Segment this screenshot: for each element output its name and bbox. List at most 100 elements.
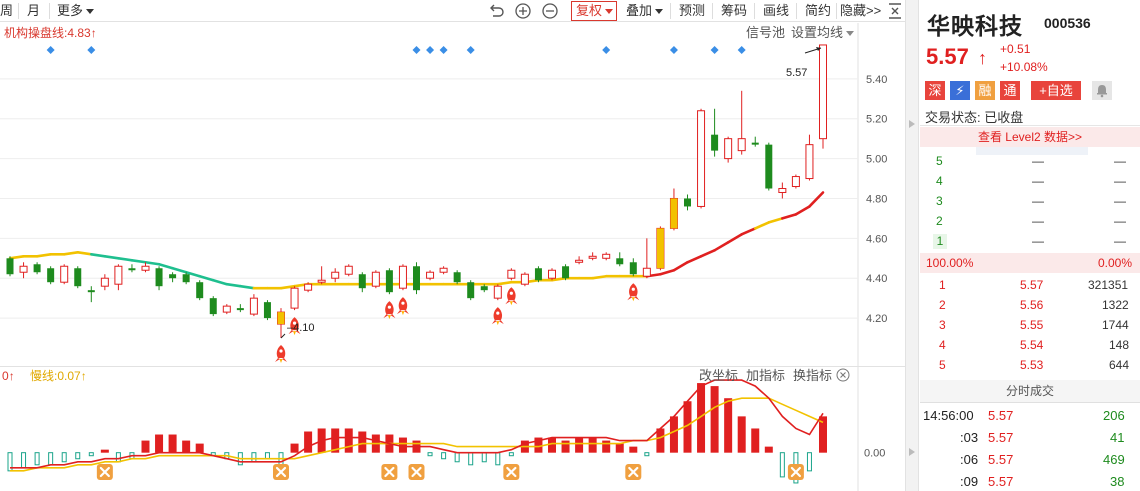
- ask-row: 3 — —: [920, 191, 1140, 211]
- bid-level: 1: [939, 278, 946, 292]
- candle-body: [196, 282, 204, 299]
- candle-body: [575, 259, 584, 263]
- candle-body: [724, 138, 733, 160]
- signal-diamond-icon[interactable]: [710, 46, 719, 54]
- expand-arrow-icon[interactable]: [909, 120, 915, 128]
- y-tick-label: 4.80: [866, 193, 887, 205]
- change-axis-button[interactable]: 改坐标: [699, 368, 738, 384]
- ask-price: —: [1032, 234, 1044, 248]
- candle-body: [290, 287, 299, 309]
- rocket-icon[interactable]: [491, 307, 504, 326]
- overlay-label: 叠加: [626, 3, 653, 18]
- rocket-flame: [401, 311, 405, 316]
- institution-line-segment: [144, 260, 161, 266]
- bid-price: 5.57: [1020, 278, 1044, 292]
- draw-line-button[interactable]: 画线: [763, 0, 789, 22]
- candle: [33, 262, 41, 275]
- signal-diamond-icon[interactable]: [46, 46, 55, 54]
- bid-level: 3: [939, 318, 946, 332]
- period-week-tab[interactable]: 周: [0, 0, 13, 22]
- candle: [507, 268, 516, 281]
- add-indicator-button[interactable]: 加指标: [746, 368, 785, 384]
- add-watchlist-button[interactable]: +自选: [1031, 81, 1081, 100]
- tick-price: 5.57: [988, 452, 1014, 467]
- macd-bar: [304, 431, 313, 453]
- macd-bar: [398, 437, 407, 453]
- simple-mode-button[interactable]: 简约: [805, 0, 831, 22]
- expand-arrow-icon[interactable]: [909, 448, 915, 456]
- margin-badge[interactable]: 融: [975, 81, 995, 100]
- zoom-in-icon[interactable]: [514, 2, 532, 20]
- y-tick-label: 5.40: [866, 74, 887, 86]
- macd-bar: [764, 446, 773, 453]
- collapse-panel-icon[interactable]: [886, 2, 904, 20]
- institution-line-segment: [672, 260, 689, 272]
- set-ma-button[interactable]: 设置均线: [791, 25, 855, 41]
- connect-badge[interactable]: 通: [1000, 81, 1020, 100]
- overlay-dropdown[interactable]: 叠加: [626, 0, 664, 22]
- macd-bar: [168, 434, 177, 453]
- signal-diamond-icon[interactable]: [466, 46, 475, 54]
- chevron-down-icon: [655, 9, 664, 15]
- macd-bar: [481, 452, 487, 463]
- period-month-tab[interactable]: 月: [27, 0, 40, 22]
- y-tick-label: 4.60: [866, 233, 887, 245]
- signal-diamond-icon[interactable]: [602, 46, 611, 54]
- signal-pool-button[interactable]: 信号池: [746, 25, 785, 41]
- signal-diamond-icon[interactable]: [669, 46, 678, 54]
- candle: [616, 252, 624, 267]
- ask-volume: —: [1114, 214, 1126, 228]
- institution-line-segment: [239, 284, 256, 290]
- candlestick-chart[interactable]: 5.40 5.20 5.00 4.80 4.60 4.40 4.20: [0, 23, 905, 366]
- institution-line-segment: [90, 252, 107, 258]
- macd-chart[interactable]: 0.00: [0, 366, 905, 491]
- signal-diamond-icon[interactable]: [87, 46, 96, 54]
- candle: [805, 134, 814, 181]
- candle: [209, 296, 217, 317]
- more-periods-dropdown[interactable]: 更多: [57, 0, 95, 22]
- rocket-icon[interactable]: [505, 287, 518, 306]
- x-signal-icon[interactable]: [408, 464, 425, 480]
- flash-badge-icon[interactable]: ⚡: [950, 81, 970, 100]
- signal-diamond-icon[interactable]: [439, 46, 448, 54]
- x-signal-icon[interactable]: [96, 464, 113, 480]
- candle-body: [778, 188, 787, 193]
- toolbar-divider: [670, 3, 671, 19]
- panel-divider[interactable]: [905, 0, 919, 491]
- candle-body: [426, 271, 435, 279]
- macd-bar: [669, 416, 678, 453]
- rocket-icon[interactable]: [383, 301, 396, 320]
- fuquan-dropdown[interactable]: 复权: [571, 1, 617, 21]
- x-signal-icon[interactable]: [381, 464, 398, 480]
- close-icon[interactable]: [836, 368, 850, 382]
- signal-diamond-icon[interactable]: [412, 46, 421, 54]
- ask-volume: —: [1114, 154, 1126, 168]
- shenzhen-badge[interactable]: 深: [925, 81, 945, 100]
- rocket-icon[interactable]: [275, 345, 287, 364]
- x-signal-icon[interactable]: [787, 464, 804, 480]
- x-signal-icon[interactable]: [625, 464, 642, 480]
- signal-diamond-icon[interactable]: [426, 46, 435, 54]
- bell-icon: [1097, 85, 1107, 98]
- alarm-button[interactable]: [1092, 81, 1112, 100]
- rocket-icon[interactable]: [396, 297, 409, 316]
- rocket-markers: [275, 283, 640, 364]
- slow-line-label: 慢线:0.07↑: [30, 369, 87, 383]
- candle: [439, 266, 448, 275]
- x-signal-icon[interactable]: [273, 464, 289, 480]
- ask-level: 5: [936, 154, 943, 168]
- hide-panel-button[interactable]: 隐藏>>: [840, 0, 881, 22]
- signal-diamond-icon[interactable]: [737, 46, 746, 54]
- macd-bar: [115, 452, 121, 463]
- ask-level: 3: [936, 194, 943, 208]
- bid-level: 4: [939, 338, 946, 352]
- rocket-icon[interactable]: [627, 283, 640, 302]
- forecast-button[interactable]: 预测: [679, 0, 705, 22]
- chips-button[interactable]: 筹码: [721, 0, 747, 22]
- level2-link[interactable]: 查看 Level2 数据>>: [920, 127, 1140, 147]
- undo-icon[interactable]: [487, 2, 505, 20]
- zoom-out-icon[interactable]: [541, 2, 559, 20]
- bid-price: 5.53: [1020, 358, 1044, 372]
- x-signal-icon[interactable]: [503, 464, 520, 480]
- switch-indicator-button[interactable]: 换指标: [793, 368, 832, 384]
